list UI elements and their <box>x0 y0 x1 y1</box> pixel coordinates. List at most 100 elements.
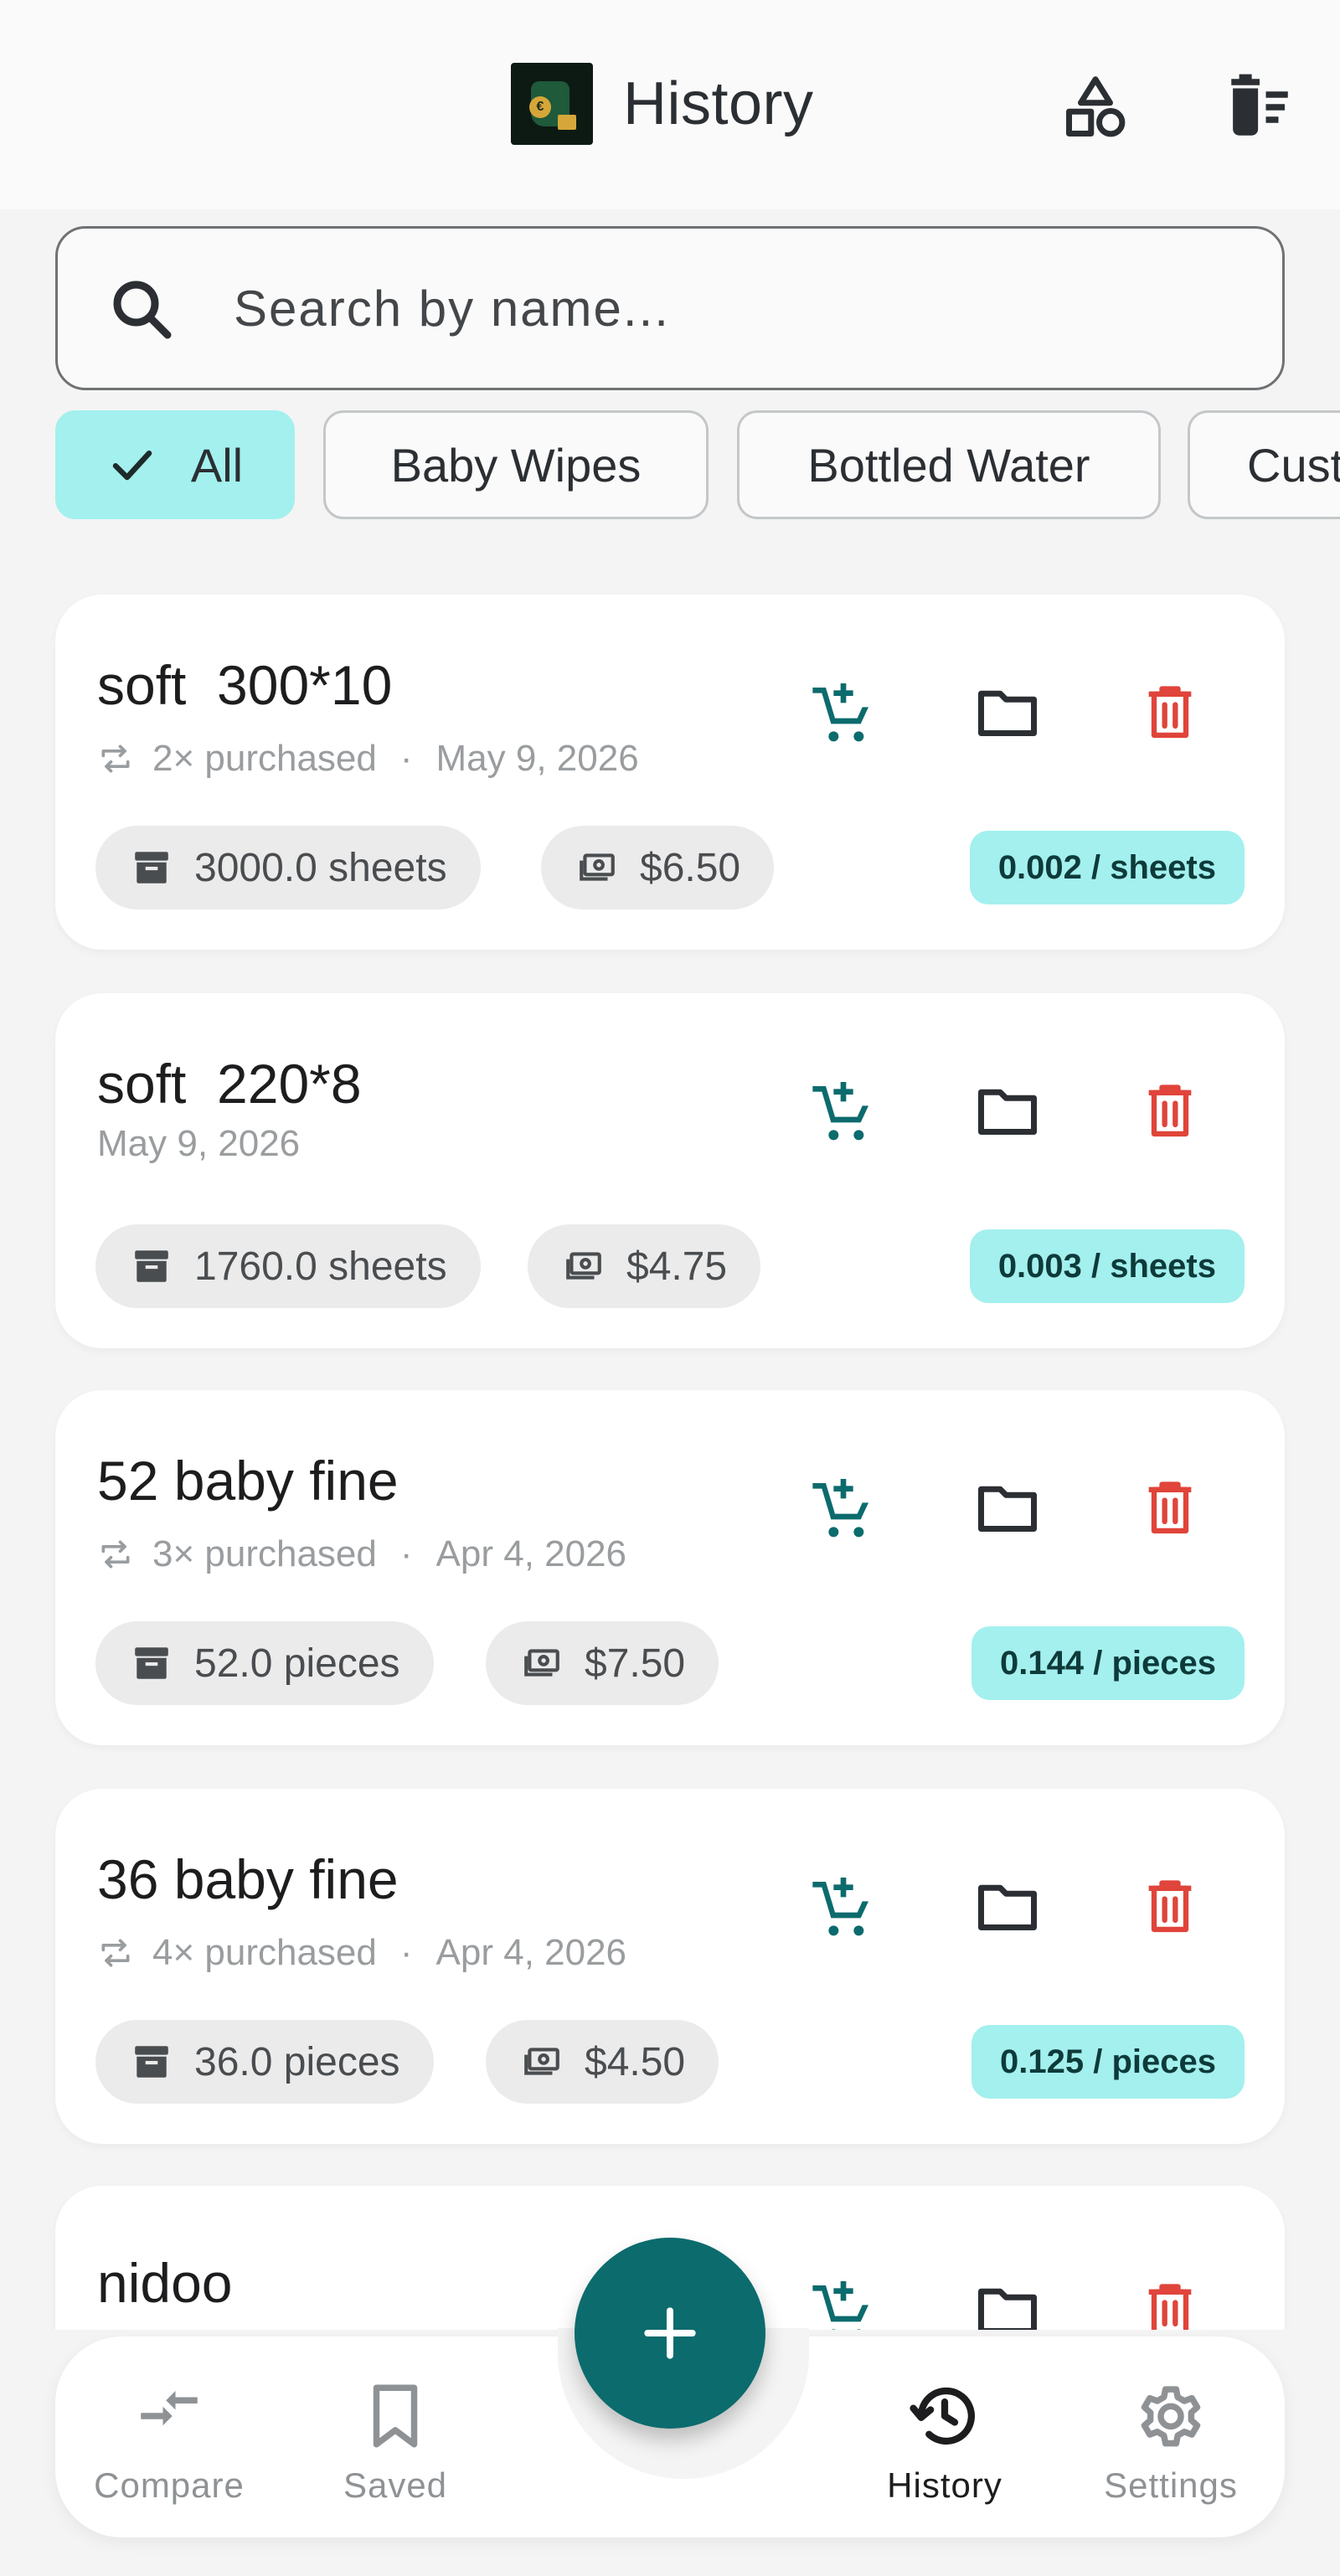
trash-icon <box>1148 686 1192 739</box>
gear-icon <box>1141 2386 1201 2447</box>
quantity-value: 52.0 pieces <box>194 1641 400 1686</box>
plus-icon <box>644 2307 696 2359</box>
money-icon <box>566 1252 601 1280</box>
add-shopping-cart-icon <box>812 683 868 742</box>
history-screen: € History Search by name... All Baby Wip… <box>0 0 1340 2576</box>
app-logo: € <box>511 63 593 145</box>
quantity-value: 3000.0 sheets <box>194 845 447 890</box>
history-item[interactable]: 36 baby fine 4× purchased · Apr 4, 2026 <box>55 1789 1285 2144</box>
money-icon <box>524 1649 559 1677</box>
add-shopping-cart-icon <box>812 1878 868 1936</box>
folder-icon <box>978 1884 1037 1930</box>
categories-button[interactable] <box>1054 65 1137 149</box>
purchase-count: 2× purchased <box>152 738 377 779</box>
add-to-cart-button[interactable] <box>797 667 889 759</box>
item-name: 52 baby fine <box>97 1450 399 1512</box>
folder-icon <box>978 1486 1037 1532</box>
bookmark-icon <box>373 2384 418 2448</box>
money-icon <box>524 2048 559 2075</box>
repeat-icon <box>101 1939 130 1967</box>
logo-coin: € <box>529 96 551 118</box>
box-icon <box>135 2046 168 2078</box>
add-to-cart-button[interactable] <box>797 1861 889 1953</box>
money-icon <box>580 853 615 881</box>
delete-item-button[interactable] <box>1124 667 1216 759</box>
price-pill: $4.50 <box>486 2020 719 2104</box>
price-value: $4.50 <box>585 2039 686 2084</box>
search-box <box>55 226 1285 390</box>
add-to-cart-button[interactable] <box>797 1462 889 1554</box>
item-meta: 2× purchased · May 9, 2026 <box>97 734 639 784</box>
purchase-date: May 9, 2026 <box>97 1123 301 1164</box>
price-value: $7.50 <box>585 1641 686 1686</box>
trash-icon <box>1148 1880 1192 1933</box>
folder-icon <box>978 1089 1037 1135</box>
price-pill: $6.50 <box>541 826 775 909</box>
move-to-folder-button[interactable] <box>961 1462 1054 1554</box>
shapes-icon <box>1066 76 1126 137</box>
purchase-date: Apr 4, 2026 <box>436 1932 627 1973</box>
history-item[interactable]: soft 300*10 2× purchased · May 9, 2026 3… <box>55 595 1285 950</box>
chip-bottled-water[interactable]: Bottled Water <box>737 410 1161 519</box>
nav-saved[interactable]: Saved <box>295 2378 496 2521</box>
search-input[interactable] <box>234 262 1239 354</box>
quantity-value: 36.0 pieces <box>194 2039 400 2084</box>
price-pill: $7.50 <box>486 1621 719 1705</box>
add-shopping-cart-icon <box>812 1479 868 1538</box>
unit-price-badge: 0.125 / pieces <box>972 2025 1245 2099</box>
history-item[interactable]: soft 220*8 May 9, 2026 1760.0 sheets $4.… <box>55 993 1285 1348</box>
search-icon <box>113 281 172 339</box>
chip-all[interactable]: All <box>55 410 295 519</box>
quantity-pill: 1760.0 sheets <box>95 1224 481 1308</box>
add-to-cart-button[interactable] <box>797 1065 889 1157</box>
delete-item-button[interactable] <box>1124 1462 1216 1554</box>
purchase-date: May 9, 2026 <box>436 738 639 779</box>
unit-price-badge: 0.002 / sheets <box>969 831 1245 904</box>
history-item[interactable]: 52 baby fine 3× purchased · Apr 4, 2026 <box>55 1390 1285 1745</box>
box-icon <box>135 1250 168 1282</box>
item-name: nidoo <box>97 2252 233 2314</box>
move-to-folder-button[interactable] <box>961 667 1054 759</box>
app-bar: € History <box>0 0 1340 209</box>
delete-item-button[interactable] <box>1124 1065 1216 1157</box>
delete-sweep-icon <box>1231 74 1288 136</box>
nav-label: History <box>887 2465 1002 2505</box>
compare-arrows-icon <box>141 2391 198 2426</box>
box-icon <box>135 852 168 884</box>
chip-label: Cust <box>1247 438 1340 492</box>
item-name: soft 300*10 <box>97 654 393 716</box>
delete-item-button[interactable] <box>1124 1861 1216 1953</box>
price-value: $4.75 <box>626 1244 728 1289</box>
add-comparison-fab[interactable] <box>575 2238 765 2429</box>
nav-label: Settings <box>1104 2465 1238 2505</box>
item-meta: May 9, 2026 <box>97 1119 300 1169</box>
purchase-date: Apr 4, 2026 <box>436 1533 627 1574</box>
trash-icon <box>1148 1084 1192 1137</box>
unit-price-badge: 0.144 / pieces <box>972 1626 1245 1700</box>
nav-history[interactable]: History <box>844 2378 1045 2521</box>
nav-compare[interactable]: Compare <box>69 2378 270 2521</box>
price-pill: $4.75 <box>528 1224 761 1308</box>
folder-icon <box>978 690 1037 736</box>
item-name: 36 baby fine <box>97 1848 399 1910</box>
meta-separator: · <box>399 1533 413 1574</box>
clear-history-button[interactable] <box>1218 65 1301 149</box>
page-title: History <box>623 70 814 137</box>
filter-chips: All Baby Wipes Bottled Water Cust <box>55 410 1340 519</box>
quantity-pill: 52.0 pieces <box>95 1621 434 1705</box>
move-to-folder-button[interactable] <box>961 1861 1054 1953</box>
trash-icon <box>1148 1481 1192 1534</box>
nav-settings[interactable]: Settings <box>1070 2378 1271 2521</box>
repeat-icon <box>101 1540 130 1569</box>
item-name: soft 220*8 <box>97 1053 362 1115</box>
box-icon <box>135 1647 168 1679</box>
repeat-icon <box>101 744 130 773</box>
meta-separator: · <box>399 738 413 779</box>
unit-price-badge: 0.003 / sheets <box>969 1229 1245 1303</box>
chip-cust[interactable]: Cust <box>1188 410 1340 519</box>
chip-label: All <box>190 438 244 492</box>
move-to-folder-button[interactable] <box>961 1065 1054 1157</box>
chip-label: Baby Wipes <box>390 438 642 492</box>
chip-baby-wipes[interactable]: Baby Wipes <box>323 410 709 519</box>
price-value: $6.50 <box>640 845 741 890</box>
